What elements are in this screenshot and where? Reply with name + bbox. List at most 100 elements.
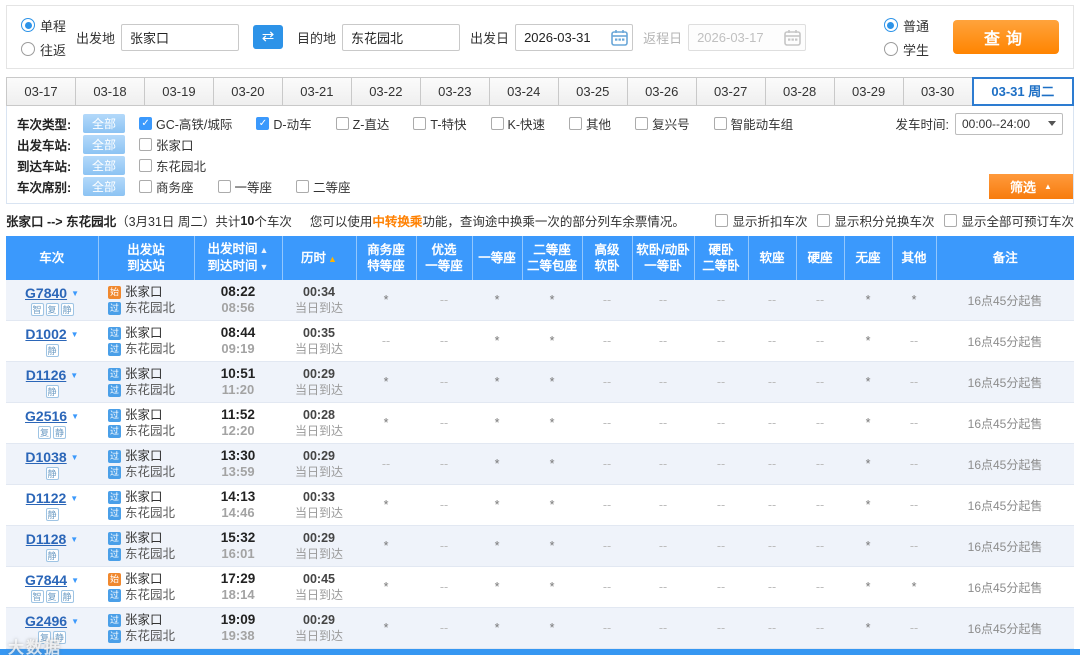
- checkbox-icon[interactable]: [296, 180, 310, 193]
- checkbox-icon[interactable]: [944, 214, 958, 227]
- filter-all-tag[interactable]: 全部: [83, 135, 126, 154]
- checkbox-icon[interactable]: [569, 117, 583, 130]
- depart-time-select[interactable]: 00:00--24:00: [955, 112, 1063, 135]
- date-tab-03-30[interactable]: 03-30: [902, 77, 973, 106]
- train-feature-badge: 智: [30, 589, 44, 603]
- chevron-down-icon[interactable]: ▼: [71, 289, 79, 298]
- checkbox-icon[interactable]: ✓: [139, 117, 153, 130]
- filter-option[interactable]: T-特快: [413, 114, 467, 133]
- checkbox-icon[interactable]: [139, 180, 153, 193]
- date-tab-03-31 周二[interactable]: 03-31 周二: [971, 77, 1075, 106]
- checkbox-icon[interactable]: ✓: [256, 117, 270, 130]
- date-tab-03-25[interactable]: 03-25: [557, 77, 628, 106]
- checkbox-icon[interactable]: [217, 180, 231, 193]
- date-tab-03-26[interactable]: 03-26: [626, 77, 697, 106]
- filter-option[interactable]: 一等座: [217, 177, 272, 196]
- from-station-input[interactable]: [121, 23, 240, 51]
- filter-option[interactable]: Z-直达: [335, 114, 389, 133]
- checkbox-icon[interactable]: [713, 117, 727, 130]
- chevron-down-icon[interactable]: ▼: [70, 371, 78, 380]
- filter-toggle-button[interactable]: 筛选 ▲: [989, 174, 1073, 199]
- date-tab-03-29[interactable]: 03-29: [833, 77, 904, 106]
- summary-checkbox-3[interactable]: 显示全部可预订车次: [944, 211, 1074, 230]
- date-tab-03-19[interactable]: 03-19: [143, 77, 214, 106]
- filter-option[interactable]: 二等座: [296, 177, 351, 196]
- filter-option[interactable]: 东花园北: [139, 156, 206, 175]
- filter-option[interactable]: 张家口: [139, 135, 194, 154]
- passenger-normal-radio[interactable]: 普通: [883, 16, 929, 35]
- train-number-link[interactable]: D1126: [26, 367, 66, 383]
- chevron-down-icon[interactable]: ▼: [71, 330, 79, 339]
- train-number-link[interactable]: D1038: [25, 449, 66, 465]
- summary-checkbox-1[interactable]: 显示折扣车次: [715, 211, 807, 230]
- departure-time: 11:52: [221, 407, 255, 422]
- chevron-down-icon[interactable]: ▼: [70, 535, 78, 544]
- checkbox-icon[interactable]: [139, 138, 153, 151]
- train-number-link[interactable]: G2496: [25, 613, 67, 629]
- train-number-link[interactable]: D1002: [25, 326, 66, 342]
- seat-availability: *: [522, 402, 582, 444]
- checkbox-icon[interactable]: [490, 117, 504, 130]
- train-number-link[interactable]: G7844: [25, 572, 67, 588]
- arrival-time: 16:01: [221, 546, 255, 561]
- filter-option[interactable]: 智能动车组: [713, 114, 793, 133]
- filter-option[interactable]: 复兴号: [635, 114, 690, 133]
- chevron-down-icon[interactable]: ▼: [71, 576, 79, 585]
- train-number-link[interactable]: D1128: [26, 531, 66, 547]
- train-row: G7840 ▼ 智复静始张家口过东花园北 08:22 08:56 00:34 当日到达 * --…: [6, 280, 1074, 321]
- date-tab-03-22[interactable]: 03-22: [350, 77, 421, 106]
- date-tab-03-28[interactable]: 03-28: [764, 77, 835, 106]
- date-tab-03-27[interactable]: 03-27: [695, 77, 766, 106]
- trip-round-trip-radio[interactable]: 往返: [21, 40, 66, 59]
- sort-arrow-icon[interactable]: ▲: [328, 254, 337, 264]
- date-tab-03-20[interactable]: 03-20: [212, 77, 283, 106]
- filter-option[interactable]: 商务座: [139, 177, 194, 196]
- checkbox-icon[interactable]: [635, 117, 649, 130]
- passenger-student-radio[interactable]: 学生: [883, 40, 929, 59]
- filter-option[interactable]: ✓ D-动车: [256, 114, 312, 133]
- date-tab-03-17[interactable]: 03-17: [6, 77, 76, 106]
- chevron-down-icon[interactable]: ▼: [71, 617, 79, 626]
- duration: 00:29: [303, 449, 335, 463]
- date-tab-03-18[interactable]: 03-18: [74, 77, 145, 106]
- filter-all-tag[interactable]: 全部: [83, 114, 126, 133]
- train-feature-badge: 静: [45, 466, 59, 480]
- date-tab-03-23[interactable]: 03-23: [419, 77, 490, 106]
- sort-arrow-icon[interactable]: ▼: [260, 262, 269, 272]
- train-number-link[interactable]: G2516: [25, 408, 67, 424]
- train-number-link[interactable]: D1122: [26, 490, 66, 506]
- filter-option[interactable]: K-快速: [490, 114, 545, 133]
- checkbox-icon[interactable]: [413, 117, 427, 130]
- departure-time: 13:30: [220, 448, 256, 463]
- filter-option[interactable]: ✓ GC-高铁/城际: [139, 114, 232, 133]
- train-number-link[interactable]: G7840: [25, 285, 67, 301]
- checkbox-icon[interactable]: [139, 159, 153, 172]
- summary-checkbox-2[interactable]: 显示积分兑换车次: [817, 211, 934, 230]
- start-station-icon: 始: [108, 285, 121, 299]
- date-tab-03-21[interactable]: 03-21: [281, 77, 352, 106]
- to-station-input[interactable]: [342, 23, 461, 51]
- search-button[interactable]: 查询: [953, 20, 1059, 54]
- column-header: 软座: [748, 236, 797, 280]
- column-header[interactable]: 历时 ▲: [282, 236, 357, 280]
- train-row: G2516 ▼ 复静过张家口过东花园北 11:52 12:20 00:28 当日到达 * -- *…: [6, 402, 1074, 444]
- arrive-day: 当日到达: [294, 506, 343, 520]
- seat-availability: *: [356, 361, 416, 403]
- sort-arrow-icon[interactable]: ▲: [260, 245, 269, 255]
- checkbox-icon[interactable]: [817, 214, 831, 227]
- filter-option[interactable]: 其他: [569, 114, 611, 133]
- trip-one-way-radio[interactable]: 单程: [21, 16, 66, 35]
- chevron-down-icon[interactable]: ▼: [70, 494, 78, 503]
- swap-stations-button[interactable]: ⇄: [253, 25, 284, 49]
- date-tab-03-24[interactable]: 03-24: [488, 77, 559, 106]
- transfer-link[interactable]: 中转换乘: [372, 215, 422, 229]
- footer-bar: [0, 649, 1080, 655]
- chevron-down-icon[interactable]: ▼: [71, 453, 79, 462]
- filter-all-tag[interactable]: 全部: [83, 156, 126, 175]
- checkbox-icon[interactable]: [335, 117, 349, 130]
- filter-all-tag[interactable]: 全部: [83, 177, 126, 196]
- filter-label: 出发车站:: [17, 139, 72, 153]
- column-header[interactable]: 出发时间 ▲ 到达时间 ▼: [194, 236, 283, 280]
- checkbox-icon[interactable]: [715, 214, 729, 227]
- chevron-down-icon[interactable]: ▼: [71, 412, 79, 421]
